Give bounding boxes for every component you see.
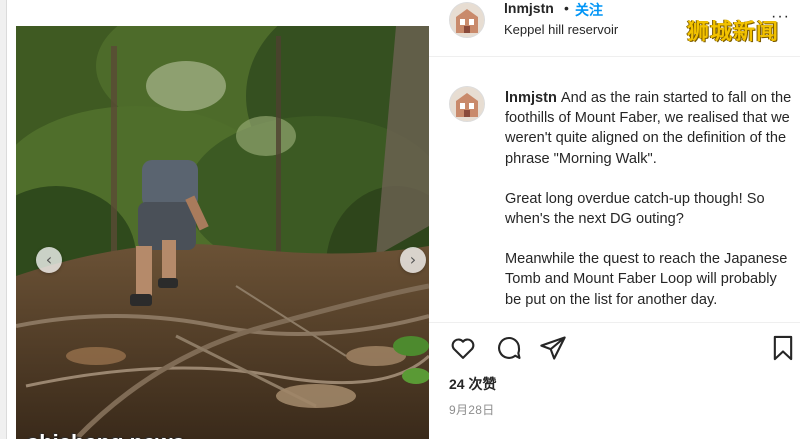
caption-avatar[interactable] [449,86,485,122]
location-link[interactable]: Keppel hill reservoir [504,22,618,37]
watermark-bottom: shicheng.news [27,430,185,439]
post-caption: lnmjstn And as the rain started to fall o… [505,88,795,316]
avatar[interactable] [449,2,485,38]
caption-paragraph: Great long overdue catch-up though! So w… [505,190,765,228]
post-photo[interactable]: ‹ › shicheng.news [16,26,429,439]
comment-icon[interactable] [495,334,523,362]
post-date[interactable]: 9月28日 [449,401,495,418]
likes-count[interactable]: 24 次赞 [449,374,496,394]
bookmark-icon[interactable] [769,334,797,362]
post-sidebar: lnmjstn • 关注 Keppel hill reservoir ··· l… [429,0,800,439]
follow-button[interactable]: 关注 [575,0,603,20]
jungle-trail-image [16,26,429,439]
chevron-left-icon: ‹ [45,250,53,269]
watermark-top: 狮城新闻 [687,19,780,44]
heart-icon[interactable] [449,334,477,362]
profile-picture [450,87,484,121]
actions-divider [429,322,800,323]
header-divider [429,56,800,57]
share-icon[interactable] [539,334,567,362]
caption-paragraph: Meanwhile the quest to reach the Japanes… [505,251,788,308]
caption-username[interactable]: lnmjstn [505,90,557,106]
post-dialog: ‹ › shicheng.news lnmjstn • 关注 Keppel hi… [6,0,800,439]
header-username[interactable]: lnmjstn [504,0,554,16]
carousel-next-button[interactable]: › [400,247,426,273]
caption-paragraph: lnmjstn And as the rain started to fall o… [505,88,795,169]
chevron-right-icon: › [409,250,417,269]
carousel-prev-button[interactable]: ‹ [36,247,62,273]
separator-dot: • [564,0,569,16]
action-bar [449,334,799,364]
profile-picture [450,3,484,37]
